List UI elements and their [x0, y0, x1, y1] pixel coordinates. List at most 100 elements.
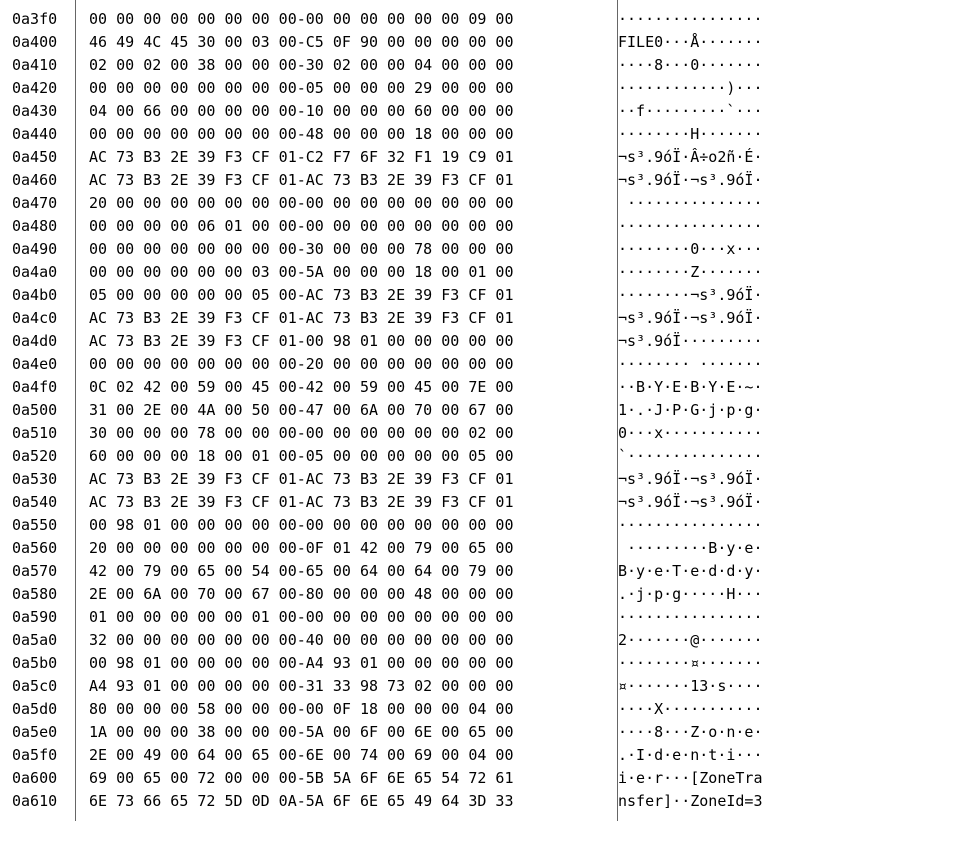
offset-cell: 0a450 [12, 146, 80, 169]
hex-row: 0a480 00 00 00 00 06 01 00 00-00 00 00 0… [12, 215, 964, 238]
hex-row: 0a4f0 0C 02 42 00 59 00 45 00-42 00 59 0… [12, 376, 964, 399]
hex-bytes-cell: 6E 73 66 65 72 5D 0D 0A-5A 6F 6E 65 49 6… [80, 790, 618, 813]
ascii-cell: 1·.·J·P·G·j·p·g· [618, 399, 763, 422]
hex-row: 0a420 00 00 00 00 00 00 00 00-05 00 00 0… [12, 77, 964, 100]
hex-bytes-cell: AC 73 B3 2E 39 F3 CF 01-AC 73 B3 2E 39 F… [80, 491, 618, 514]
ascii-cell: ········¤······· [618, 652, 763, 675]
hex-bytes-cell: 00 00 00 00 06 01 00 00-00 00 00 00 00 0… [80, 215, 618, 238]
ascii-cell: ················ [618, 8, 763, 31]
ascii-cell: ········ ······· [618, 353, 763, 376]
hex-row: 0a5b0 00 98 01 00 00 00 00 00-A4 93 01 0… [12, 652, 964, 675]
offset-cell: 0a410 [12, 54, 80, 77]
offset-cell: 0a580 [12, 583, 80, 606]
hex-row: 0a570 42 00 79 00 65 00 54 00-65 00 64 0… [12, 560, 964, 583]
offset-cell: 0a590 [12, 606, 80, 629]
hex-bytes-cell: 30 00 00 00 78 00 00 00-00 00 00 00 00 0… [80, 422, 618, 445]
hex-bytes-cell: 32 00 00 00 00 00 00 00-40 00 00 00 00 0… [80, 629, 618, 652]
ascii-cell: i·e·r···[ZoneTra [618, 767, 763, 790]
hex-row: 0a4a0 00 00 00 00 00 00 03 00-5A 00 00 0… [12, 261, 964, 284]
hex-bytes-cell: 80 00 00 00 58 00 00 00-00 0F 18 00 00 0… [80, 698, 618, 721]
offset-cell: 0a600 [12, 767, 80, 790]
hex-bytes-cell: 60 00 00 00 18 00 01 00-05 00 00 00 00 0… [80, 445, 618, 468]
offset-cell: 0a4f0 [12, 376, 80, 399]
ascii-cell: ················ [618, 606, 763, 629]
hex-row: 0a4c0 AC 73 B3 2E 39 F3 CF 01-AC 73 B3 2… [12, 307, 964, 330]
offset-cell: 0a510 [12, 422, 80, 445]
offset-cell: 0a540 [12, 491, 80, 514]
offset-cell: 0a4b0 [12, 284, 80, 307]
hex-bytes-cell: 0C 02 42 00 59 00 45 00-42 00 59 00 45 0… [80, 376, 618, 399]
hex-bytes-cell: 04 00 66 00 00 00 00 00-10 00 00 00 60 0… [80, 100, 618, 123]
offset-cell: 0a420 [12, 77, 80, 100]
hex-row: 0a430 04 00 66 00 00 00 00 00-10 00 00 0… [12, 100, 964, 123]
hex-bytes-cell: AC 73 B3 2E 39 F3 CF 01-AC 73 B3 2E 39 F… [80, 307, 618, 330]
ascii-cell: ········¬s³.9óÏ· [618, 284, 763, 307]
ascii-cell: ¬s³.9óÏ·Â÷o2ñ·É· [618, 146, 763, 169]
hex-row: 0a520 60 00 00 00 18 00 01 00-05 00 00 0… [12, 445, 964, 468]
offset-cell: 0a480 [12, 215, 80, 238]
hex-row: 0a3f0 00 00 00 00 00 00 00 00-00 00 00 0… [12, 8, 964, 31]
hex-bytes-cell: 01 00 00 00 00 00 01 00-00 00 00 00 00 0… [80, 606, 618, 629]
hex-bytes-cell: 1A 00 00 00 38 00 00 00-5A 00 6F 00 6E 0… [80, 721, 618, 744]
hex-bytes-cell: 69 00 65 00 72 00 00 00-5B 5A 6F 6E 65 5… [80, 767, 618, 790]
ascii-cell: ·········B·y·e· [618, 537, 763, 560]
offset-cell: 0a5d0 [12, 698, 80, 721]
hex-bytes-cell: 00 00 00 00 00 00 00 00-48 00 00 00 18 0… [80, 123, 618, 146]
hex-row: 0a4b0 05 00 00 00 00 00 05 00-AC 73 B3 2… [12, 284, 964, 307]
hex-row: 0a4d0 AC 73 B3 2E 39 F3 CF 01-00 98 01 0… [12, 330, 964, 353]
offset-cell: 0a500 [12, 399, 80, 422]
offset-cell: 0a4a0 [12, 261, 80, 284]
hex-row: 0a440 00 00 00 00 00 00 00 00-48 00 00 0… [12, 123, 964, 146]
hex-row: 0a470 20 00 00 00 00 00 00 00-00 00 00 0… [12, 192, 964, 215]
offset-cell: 0a520 [12, 445, 80, 468]
hex-row: 0a5d0 80 00 00 00 58 00 00 00-00 0F 18 0… [12, 698, 964, 721]
offset-cell: 0a5f0 [12, 744, 80, 767]
hex-row: 0a540 AC 73 B3 2E 39 F3 CF 01-AC 73 B3 2… [12, 491, 964, 514]
ascii-cell: ····8···0······· [618, 54, 763, 77]
hex-bytes-cell: 00 00 00 00 00 00 00 00-00 00 00 00 00 0… [80, 8, 618, 31]
ascii-cell: `··············· [618, 445, 763, 468]
hex-bytes-cell: 2E 00 49 00 64 00 65 00-6E 00 74 00 69 0… [80, 744, 618, 767]
hex-row: 0a600 69 00 65 00 72 00 00 00-5B 5A 6F 6… [12, 767, 964, 790]
ascii-cell: ············)··· [618, 77, 763, 100]
ascii-cell: ····X··········· [618, 698, 763, 721]
hex-bytes-cell: 42 00 79 00 65 00 54 00-65 00 64 00 64 0… [80, 560, 618, 583]
hex-row: 0a500 31 00 2E 00 4A 00 50 00-47 00 6A 0… [12, 399, 964, 422]
offset-cell: 0a430 [12, 100, 80, 123]
offset-cell: 0a610 [12, 790, 80, 813]
hex-bytes-cell: AC 73 B3 2E 39 F3 CF 01-AC 73 B3 2E 39 F… [80, 169, 618, 192]
hex-bytes-cell: 00 98 01 00 00 00 00 00-00 00 00 00 00 0… [80, 514, 618, 537]
offset-cell: 0a5e0 [12, 721, 80, 744]
ascii-cell: ········H······· [618, 123, 763, 146]
hex-bytes-cell: 00 00 00 00 00 00 00 00-05 00 00 00 29 0… [80, 77, 618, 100]
hex-row: 0a5f0 2E 00 49 00 64 00 65 00-6E 00 74 0… [12, 744, 964, 767]
hex-row: 0a580 2E 00 6A 00 70 00 67 00-80 00 00 0… [12, 583, 964, 606]
ascii-cell: ¬s³.9óÏ·¬s³.9óÏ· [618, 468, 763, 491]
hex-bytes-cell: 00 00 00 00 00 00 00 00-20 00 00 00 00 0… [80, 353, 618, 376]
hex-editor-view: 0a3f0 00 00 00 00 00 00 00 00-00 00 00 0… [0, 0, 976, 821]
offset-cell: 0a400 [12, 31, 80, 54]
hex-row: 0a490 00 00 00 00 00 00 00 00-30 00 00 0… [12, 238, 964, 261]
ascii-cell: ················ [618, 514, 763, 537]
offset-cell: 0a440 [12, 123, 80, 146]
offset-cell: 0a570 [12, 560, 80, 583]
offset-cell: 0a4d0 [12, 330, 80, 353]
hex-bytes-cell: 20 00 00 00 00 00 00 00-0F 01 42 00 79 0… [80, 537, 618, 560]
hex-bytes-cell: AC 73 B3 2E 39 F3 CF 01-AC 73 B3 2E 39 F… [80, 468, 618, 491]
hex-row: 0a410 02 00 02 00 38 00 00 00-30 02 00 0… [12, 54, 964, 77]
hex-bytes-cell: 31 00 2E 00 4A 00 50 00-47 00 6A 00 70 0… [80, 399, 618, 422]
offset-cell: 0a4e0 [12, 353, 80, 376]
hex-bytes-cell: 2E 00 6A 00 70 00 67 00-80 00 00 00 48 0… [80, 583, 618, 606]
hex-row: 0a560 20 00 00 00 00 00 00 00-0F 01 42 0… [12, 537, 964, 560]
ascii-cell: ··f·········`··· [618, 100, 763, 123]
offset-cell: 0a5b0 [12, 652, 80, 675]
hex-bytes-cell: 20 00 00 00 00 00 00 00-00 00 00 00 00 0… [80, 192, 618, 215]
hex-row: 0a610 6E 73 66 65 72 5D 0D 0A-5A 6F 6E 6… [12, 790, 964, 813]
offset-cell: 0a530 [12, 468, 80, 491]
ascii-cell: ¬s³.9óÏ·¬s³.9óÏ· [618, 307, 763, 330]
hex-row: 0a510 30 00 00 00 78 00 00 00-00 00 00 0… [12, 422, 964, 445]
hex-row: 0a550 00 98 01 00 00 00 00 00-00 00 00 0… [12, 514, 964, 537]
ascii-cell: .·I·d·e·n·t·i··· [618, 744, 763, 767]
ascii-cell: ¬s³.9óÏ········· [618, 330, 763, 353]
hex-row: 0a5a0 32 00 00 00 00 00 00 00-40 00 00 0… [12, 629, 964, 652]
